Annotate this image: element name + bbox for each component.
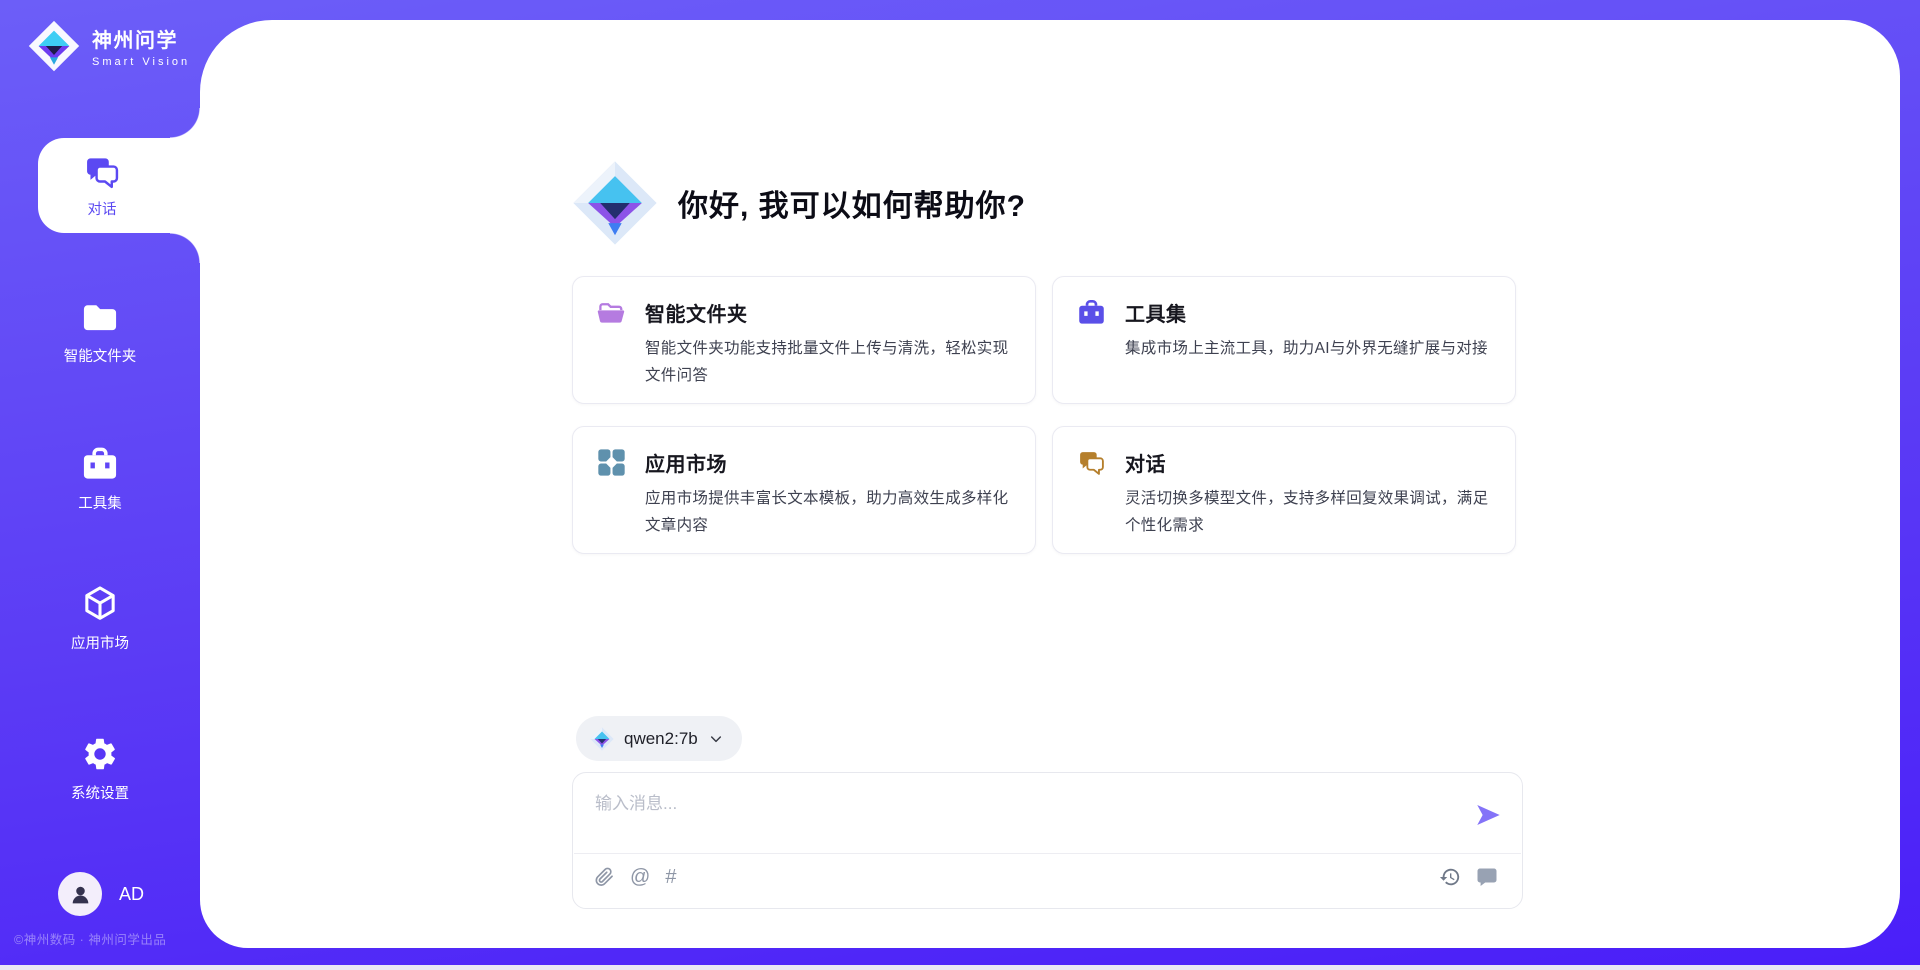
logo-gem-icon [572, 160, 658, 246]
card-toolset[interactable]: 工具集 集成市场上主流工具，助力AI与外界无缝扩展与对接 [1052, 276, 1516, 404]
sidebar-item-label: 工具集 [78, 492, 122, 513]
model-selector[interactable]: qwen2:7b [576, 716, 742, 761]
sidebar-item-settings[interactable]: 系统设置 [0, 731, 200, 807]
model-name: qwen2:7b [624, 729, 698, 749]
conversations-button[interactable] [1476, 866, 1498, 888]
brand-logo: 神州问学 Smart Vision [28, 20, 190, 72]
toolbox-icon [81, 445, 119, 483]
main-panel: 你好, 我可以如何帮助你? 智能文件夹 智能文件夹功能支持批量文件上传与清洗，轻… [200, 20, 1900, 948]
card-smart-folder[interactable]: 智能文件夹 智能文件夹功能支持批量文件上传与清洗，轻松实现文件问答 [572, 276, 1036, 404]
card-app-market[interactable]: 应用市场 应用市场提供丰富长文本模板，助力高效生成多样化文章内容 [572, 426, 1036, 554]
composer-input-row [573, 773, 1522, 853]
card-chat[interactable]: 对话 灵活切换多模型文件，支持多样回复效果调试，满足个性化需求 [1052, 426, 1516, 554]
brand-subtitle: Smart Vision [92, 56, 190, 68]
chat-icon [83, 153, 121, 191]
grid-icon [597, 448, 626, 477]
folder-open-icon [597, 298, 626, 327]
model-gem-icon [590, 727, 614, 751]
cube-icon [81, 585, 119, 623]
avatar [58, 872, 102, 916]
send-button[interactable] [1474, 801, 1502, 829]
app-root: 神州问学 Smart Vision 对话 智能文件夹 工具集 应用市场 系统设置 [0, 0, 1920, 970]
greeting: 你好, 我可以如何帮助你? [572, 160, 1026, 246]
composer-toolbar: @ # [573, 854, 1522, 908]
sidebar: 神州问学 Smart Vision 对话 智能文件夹 工具集 应用市场 系统设置 [0, 0, 200, 970]
card-header: 对话 [1077, 448, 1491, 477]
card-header: 工具集 [1077, 298, 1491, 327]
topic-button[interactable]: # [665, 866, 676, 889]
attach-button[interactable] [593, 866, 615, 888]
bottom-edge [0, 965, 1920, 970]
folder-icon [81, 298, 119, 336]
card-title: 对话 [1125, 448, 1166, 477]
brand-gem-icon [28, 20, 80, 72]
card-description: 应用市场提供丰富长文本模板，助力高效生成多样化文章内容 [645, 486, 1011, 539]
sidebar-item-label: 对话 [88, 198, 117, 219]
sidebar-item-app-market[interactable]: 应用市场 [0, 581, 200, 657]
history-button[interactable] [1439, 866, 1461, 888]
brand-text: 神州问学 Smart Vision [92, 24, 190, 68]
toolbox-icon [1077, 298, 1106, 327]
feature-cards: 智能文件夹 智能文件夹功能支持批量文件上传与清洗，轻松实现文件问答 工具集 集成… [572, 276, 1516, 554]
user-icon [68, 882, 93, 907]
card-description: 智能文件夹功能支持批量文件上传与清洗，轻松实现文件问答 [645, 336, 1011, 389]
user-profile[interactable]: AD [58, 872, 144, 916]
card-description: 灵活切换多模型文件，支持多样回复效果调试，满足个性化需求 [1125, 486, 1491, 539]
message-icon [1476, 866, 1498, 888]
sidebar-item-chat[interactable]: 对话 [38, 138, 200, 233]
sidebar-item-label: 应用市场 [71, 632, 129, 653]
brand-name: 神州问学 [92, 24, 190, 53]
mention-button[interactable]: @ [630, 866, 650, 889]
composer: @ # [572, 772, 1523, 909]
chevron-down-icon [708, 731, 724, 747]
paperclip-icon [593, 866, 615, 888]
sidebar-item-smart-folder[interactable]: 智能文件夹 [0, 294, 200, 370]
card-title: 应用市场 [645, 448, 727, 477]
sidebar-item-label: 智能文件夹 [64, 345, 137, 366]
sidebar-item-label: 系统设置 [71, 782, 129, 803]
card-description: 集成市场上主流工具，助力AI与外界无缝扩展与对接 [1125, 336, 1491, 363]
card-title: 智能文件夹 [645, 298, 748, 327]
composer-tools-left: @ # [593, 866, 676, 889]
user-name: AD [119, 884, 144, 905]
card-header: 应用市场 [597, 448, 1011, 477]
message-input[interactable] [595, 789, 1474, 853]
chat-icon [1077, 448, 1106, 477]
sidebar-item-toolset[interactable]: 工具集 [0, 441, 200, 517]
card-title: 工具集 [1125, 298, 1187, 327]
history-icon [1439, 866, 1461, 888]
card-header: 智能文件夹 [597, 298, 1011, 327]
copyright: ©神州数码 · 神州问学出品 [14, 929, 166, 948]
send-icon [1474, 801, 1502, 829]
composer-tools-right [1439, 866, 1498, 888]
gear-icon [81, 735, 119, 773]
greeting-text: 你好, 我可以如何帮助你? [678, 181, 1026, 225]
